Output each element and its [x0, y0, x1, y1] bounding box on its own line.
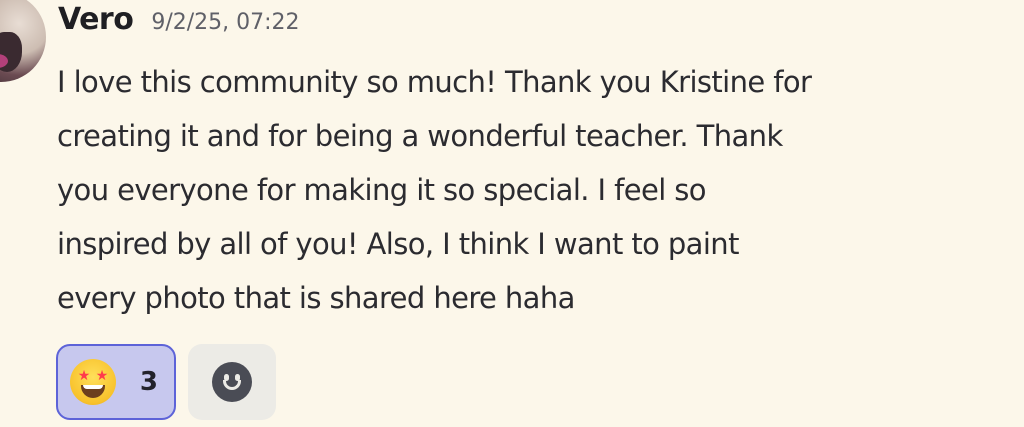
- message-line: every photo that is shared here haha: [57, 281, 575, 315]
- reaction-count: 3: [139, 367, 158, 397]
- star-eye-icon: ★: [95, 368, 109, 384]
- message-line: I love this community so much! Thank you…: [57, 65, 812, 99]
- add-reaction-button[interactable]: [188, 344, 276, 420]
- reactions-bar: ★ ★ 3: [56, 344, 276, 420]
- message-line: inspired by all of you! Also, I think I …: [57, 227, 739, 261]
- smiley-mouth: [223, 380, 241, 390]
- message-header: Vero 9/2/25, 07:22: [58, 2, 300, 46]
- message-timestamp: 9/2/25, 07:22: [151, 10, 300, 35]
- message-line: creating it and for being a wonderful te…: [57, 119, 783, 153]
- message-body: I love this community so much! Thank you…: [57, 55, 1017, 325]
- message-line: you everyone for making it so special. I…: [57, 173, 707, 207]
- add-reaction-smiley-icon: [212, 362, 252, 402]
- reaction-star-struck[interactable]: ★ ★ 3: [56, 344, 176, 420]
- star-eye-icon: ★: [77, 368, 91, 384]
- author-name[interactable]: Vero: [58, 2, 134, 37]
- emoji-teeth: [83, 385, 103, 389]
- avatar[interactable]: [0, 0, 46, 82]
- star-struck-emoji-icon: ★ ★: [70, 359, 116, 405]
